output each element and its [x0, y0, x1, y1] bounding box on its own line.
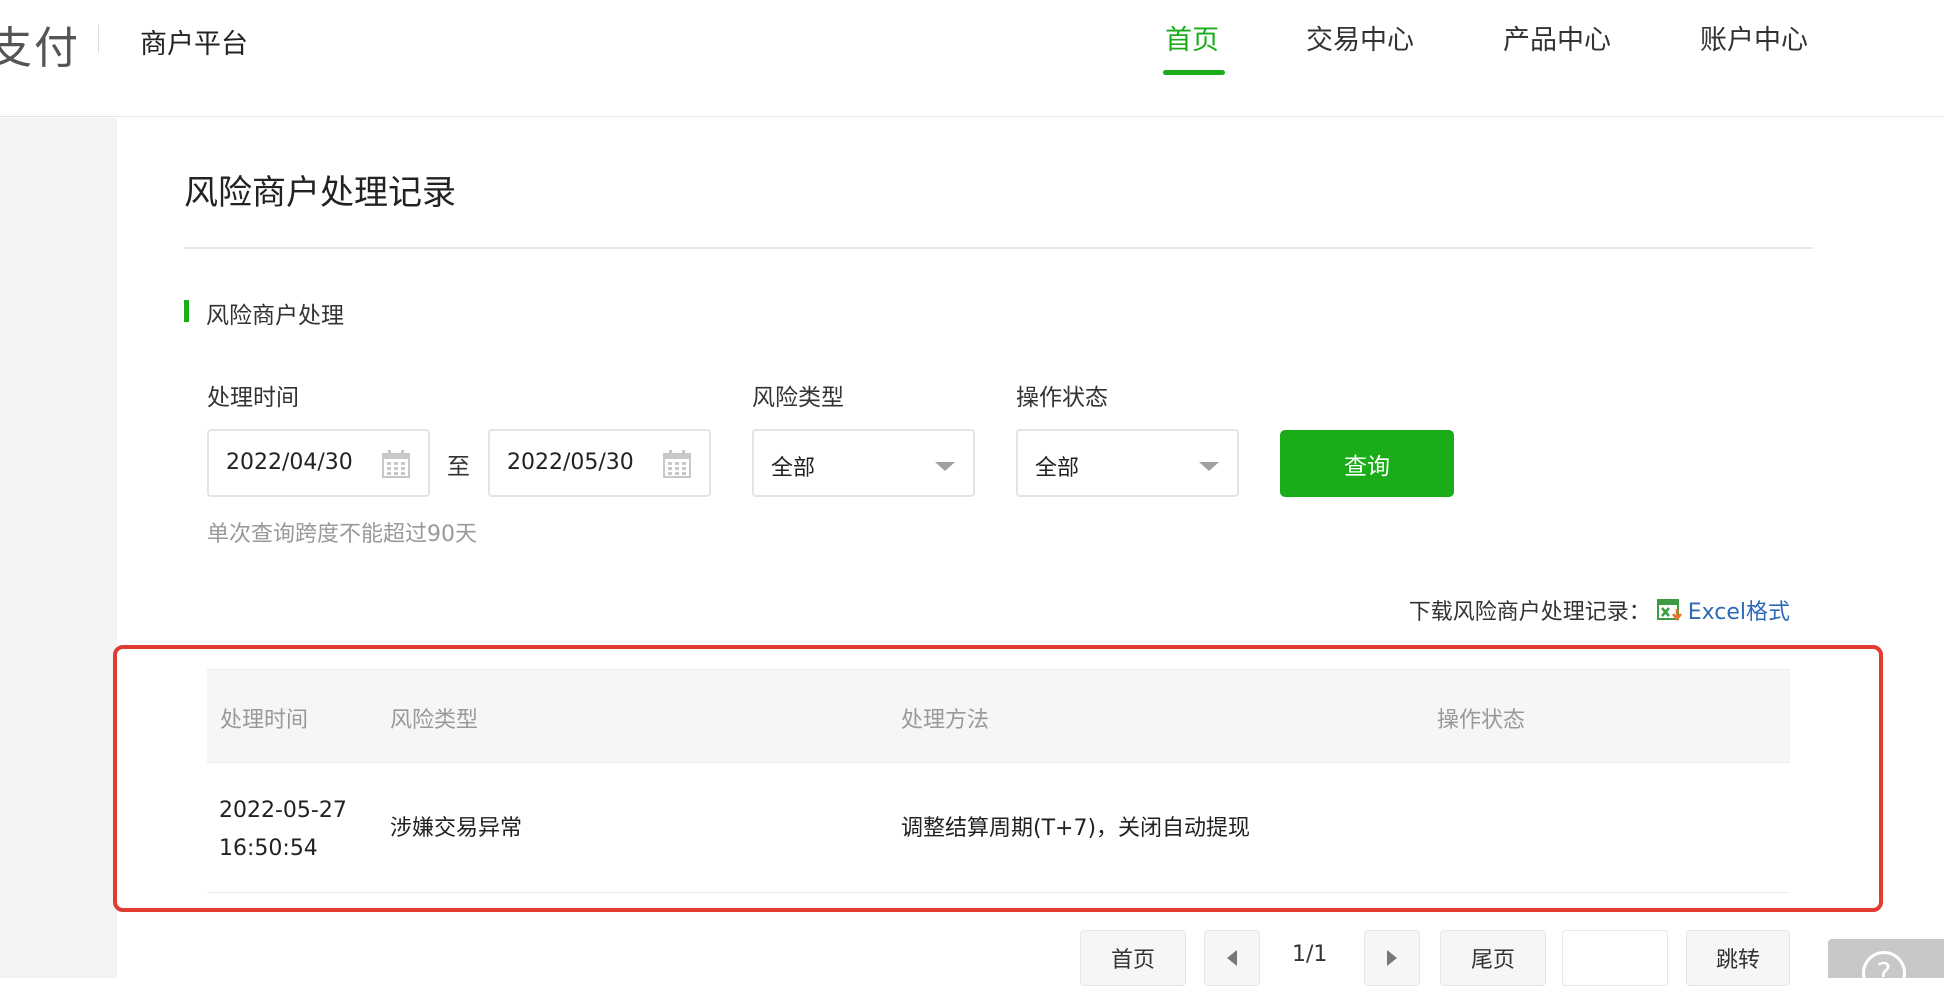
title-divider [184, 247, 1813, 249]
date-range-separator: 至 [447, 454, 470, 480]
query-range-hint: 单次查询跨度不能超过90天 [207, 522, 477, 547]
nav-active-indicator [1163, 70, 1225, 75]
brand-divider [98, 25, 99, 53]
processing-time-label: 处理时间 [207, 385, 299, 411]
chevron-down-icon [935, 462, 955, 471]
table-header: 处理时间 风险类型 处理方法 操作状态 [207, 669, 1790, 763]
cell-method: 调整结算周期(T+7)，关闭自动提现 [901, 816, 1251, 841]
question-mark-icon: ? [1862, 951, 1906, 995]
end-date-value: 2022/05/30 [507, 450, 634, 475]
chevron-right-icon [1387, 950, 1397, 966]
table-row: 2022-05-27 16:50:54 涉嫌交易异常 调整结算周期(T+7)，关… [207, 763, 1790, 893]
left-sidebar [0, 118, 117, 978]
operation-status-label: 操作状态 [1016, 385, 1108, 411]
excel-download-icon[interactable] [1656, 598, 1683, 622]
top-navigation-bar: 支付 商户平台 首页 交易中心 产品中心 账户中心 [0, 0, 1944, 117]
operation-status-selected: 全部 [1035, 456, 1080, 481]
section-title: 风险商户处理 [206, 303, 344, 329]
column-header-time: 处理时间 [220, 708, 309, 733]
help-button[interactable]: ? [1828, 939, 1944, 995]
risk-type-selected: 全部 [771, 456, 816, 481]
cell-time: 2022-05-27 16:50:54 [219, 792, 347, 868]
start-date-input[interactable]: 2022/04/30 [207, 429, 430, 497]
query-button[interactable]: 查询 [1280, 430, 1454, 497]
calendar-icon[interactable] [382, 450, 410, 478]
operation-status-select[interactable]: 全部 [1016, 429, 1239, 497]
excel-download-link[interactable]: Excel格式 [1688, 594, 1790, 626]
cell-risk-type: 涉嫌交易异常 [390, 816, 523, 841]
end-date-input[interactable]: 2022/05/30 [488, 429, 711, 497]
column-header-status: 操作状态 [1437, 708, 1526, 733]
column-header-risk-type: 风险类型 [390, 708, 479, 733]
nav-product-center[interactable]: 产品中心 [1503, 18, 1611, 57]
page-title: 风险商户处理记录 [184, 173, 456, 213]
download-label: 下载风险商户处理记录： [1408, 600, 1651, 625]
platform-name: 商户平台 [140, 29, 248, 60]
risk-type-label: 风险类型 [752, 385, 844, 411]
nav-home[interactable]: 首页 [1165, 18, 1219, 57]
nav-transaction-center[interactable]: 交易中心 [1306, 18, 1414, 57]
cell-time-clock: 16:50:54 [219, 836, 318, 861]
start-date-value: 2022/04/30 [226, 450, 353, 475]
column-header-method: 处理方法 [901, 708, 990, 733]
cell-time-date: 2022-05-27 [219, 798, 347, 823]
chevron-left-icon [1227, 950, 1237, 966]
calendar-icon[interactable] [663, 450, 691, 478]
section-accent-bar [184, 300, 189, 322]
nav-account-center[interactable]: 账户中心 [1700, 18, 1808, 57]
records-table: 处理时间 风险类型 处理方法 操作状态 2022-05-27 16:50:54 … [207, 669, 1790, 893]
risk-type-select[interactable]: 全部 [752, 429, 975, 497]
chevron-down-icon [1199, 462, 1219, 471]
download-row: 下载风险商户处理记录： Excel格式 [1409, 594, 1790, 626]
page-indicator: 1/1 [1292, 942, 1328, 967]
brand-logo-text: 支付 [0, 23, 80, 74]
